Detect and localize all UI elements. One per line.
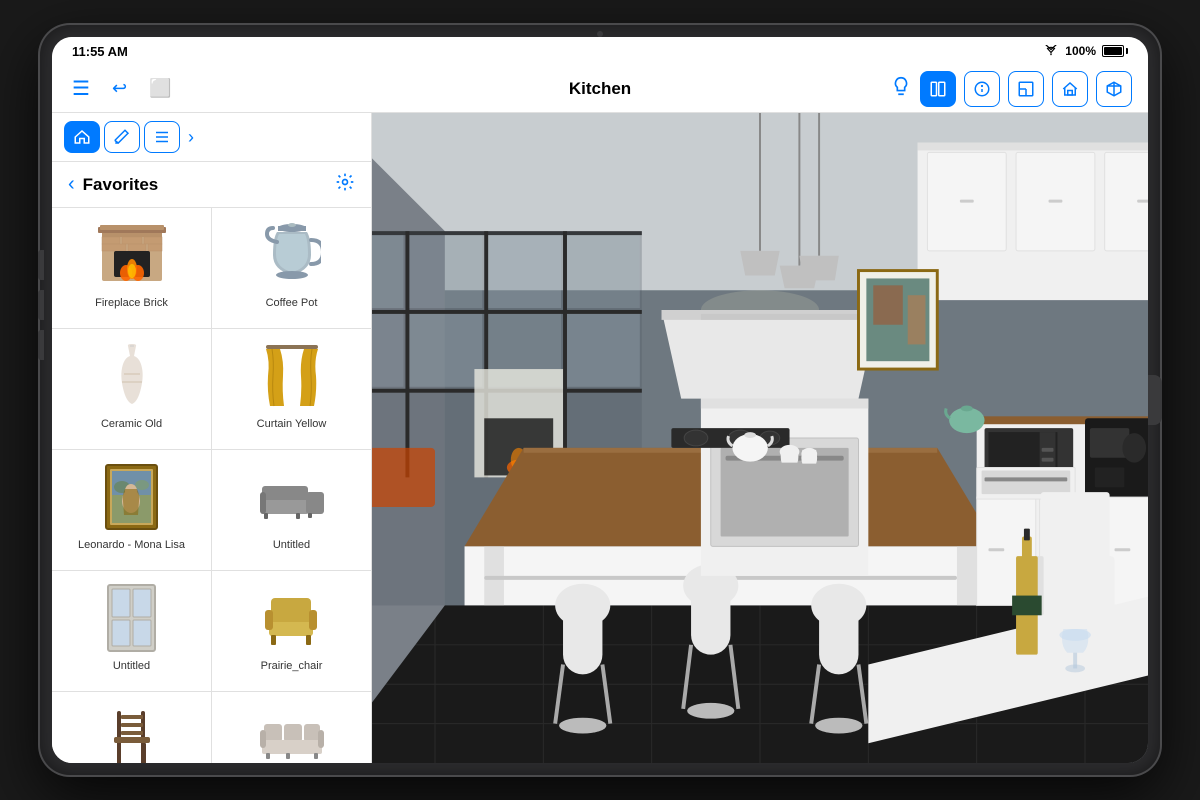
item-label: Prairie_chair	[261, 659, 323, 673]
list-item[interactable]: Sofa3x_amazing	[212, 692, 371, 763]
undo-button[interactable]: ↩	[108, 74, 131, 103]
home-button[interactable]	[1148, 375, 1162, 425]
item-label: Untitled	[113, 659, 150, 673]
new-button[interactable]: ⬜	[145, 74, 175, 103]
info-button[interactable]	[964, 71, 1000, 107]
status-bar: 11:55 AM 100%	[52, 37, 1148, 65]
list-item[interactable]: Chair_002	[52, 692, 211, 763]
sidebar-tab-home[interactable]	[64, 121, 100, 153]
coffeepot-icon	[263, 220, 321, 290]
fireplace-icon	[98, 221, 166, 289]
list-item[interactable]: Leonardo - Mona Lisa	[52, 450, 211, 570]
sidebar-items-grid: Fireplace Brick	[52, 208, 371, 763]
item-thumbnail-untitled-window	[97, 583, 167, 653]
item-label: Coffee Pot	[266, 296, 318, 310]
item-label: Untitled	[273, 538, 310, 552]
window-icon	[104, 583, 159, 653]
sidebar-tabs: ›	[52, 113, 371, 162]
item-thumbnail-chair	[97, 704, 167, 763]
list-item[interactable]: Coffee Pot	[212, 208, 371, 328]
sidebar-settings-button[interactable]	[335, 172, 355, 197]
sofa-icon	[258, 470, 326, 525]
status-icons: 100%	[1043, 44, 1128, 58]
menu-button[interactable]: ☰	[68, 72, 94, 105]
battery-percent: 100%	[1065, 44, 1096, 58]
sidebar-tab-more[interactable]: ›	[184, 123, 198, 152]
prairie-chair-icon	[259, 588, 324, 648]
device-screen: 11:55 AM 100% ☰	[52, 37, 1148, 763]
status-time: 11:55 AM	[72, 44, 128, 59]
sidebar: › ‹ Favorites	[52, 113, 372, 763]
item-label: Leonardo - Mona Lisa	[78, 538, 185, 552]
toolbar-title: Kitchen	[569, 79, 631, 98]
toolbar-center: Kitchen	[380, 79, 820, 99]
item-label: Ceramic Old	[101, 417, 162, 431]
item-thumbnail-fireplace	[97, 220, 167, 290]
item-label: Fireplace Brick	[95, 296, 168, 310]
toolbar-right	[832, 71, 1132, 107]
camera-dot	[597, 31, 603, 37]
library-button[interactable]	[920, 71, 956, 107]
toolbar-left: ☰ ↩ ⬜	[68, 72, 368, 105]
ceramic-icon	[112, 342, 152, 410]
item-label: Curtain Yellow	[257, 417, 327, 431]
sofa3x-icon	[258, 714, 326, 763]
floorplan-button[interactable]	[1008, 71, 1044, 107]
list-item[interactable]: Untitled	[212, 450, 371, 570]
item-thumbnail-ceramic	[97, 341, 167, 411]
cube-button[interactable]	[1096, 71, 1132, 107]
sidebar-tab-list[interactable]	[144, 121, 180, 153]
lightbulb-button[interactable]	[890, 75, 912, 103]
device-frame: 11:55 AM 100% ☰	[40, 25, 1160, 775]
list-item[interactable]: Untitled	[52, 571, 211, 691]
list-item[interactable]: Prairie_chair	[212, 571, 371, 691]
kitchen-scene-svg	[372, 113, 1148, 763]
main-content: › ‹ Favorites	[52, 113, 1148, 763]
sidebar-header-title: Favorites	[83, 175, 335, 195]
sidebar-back-button[interactable]: ‹	[68, 173, 75, 196]
monalisa-icon	[104, 463, 159, 531]
sidebar-header: ‹ Favorites	[52, 162, 371, 208]
item-thumbnail-prairie	[257, 583, 327, 653]
house-button[interactable]	[1052, 71, 1088, 107]
sidebar-tab-edit[interactable]	[104, 121, 140, 153]
toolbar: ☰ ↩ ⬜ Kitchen	[52, 65, 1148, 113]
item-thumbnail-coffeepot	[257, 220, 327, 290]
wifi-icon	[1043, 45, 1059, 57]
item-thumbnail-sofa3x	[257, 704, 327, 763]
list-item[interactable]: Ceramic Old	[52, 329, 211, 449]
3d-view[interactable]	[372, 113, 1148, 763]
list-item[interactable]: Fireplace Brick	[52, 208, 211, 328]
item-thumbnail-untitled-sofa	[257, 462, 327, 532]
chair-icon	[107, 707, 157, 764]
curtain-icon	[262, 341, 322, 411]
item-thumbnail-curtain	[257, 341, 327, 411]
item-thumbnail-monalisa	[97, 462, 167, 532]
left-buttons	[38, 250, 44, 360]
list-item[interactable]: Curtain Yellow	[212, 329, 371, 449]
battery-icon	[1102, 45, 1128, 57]
